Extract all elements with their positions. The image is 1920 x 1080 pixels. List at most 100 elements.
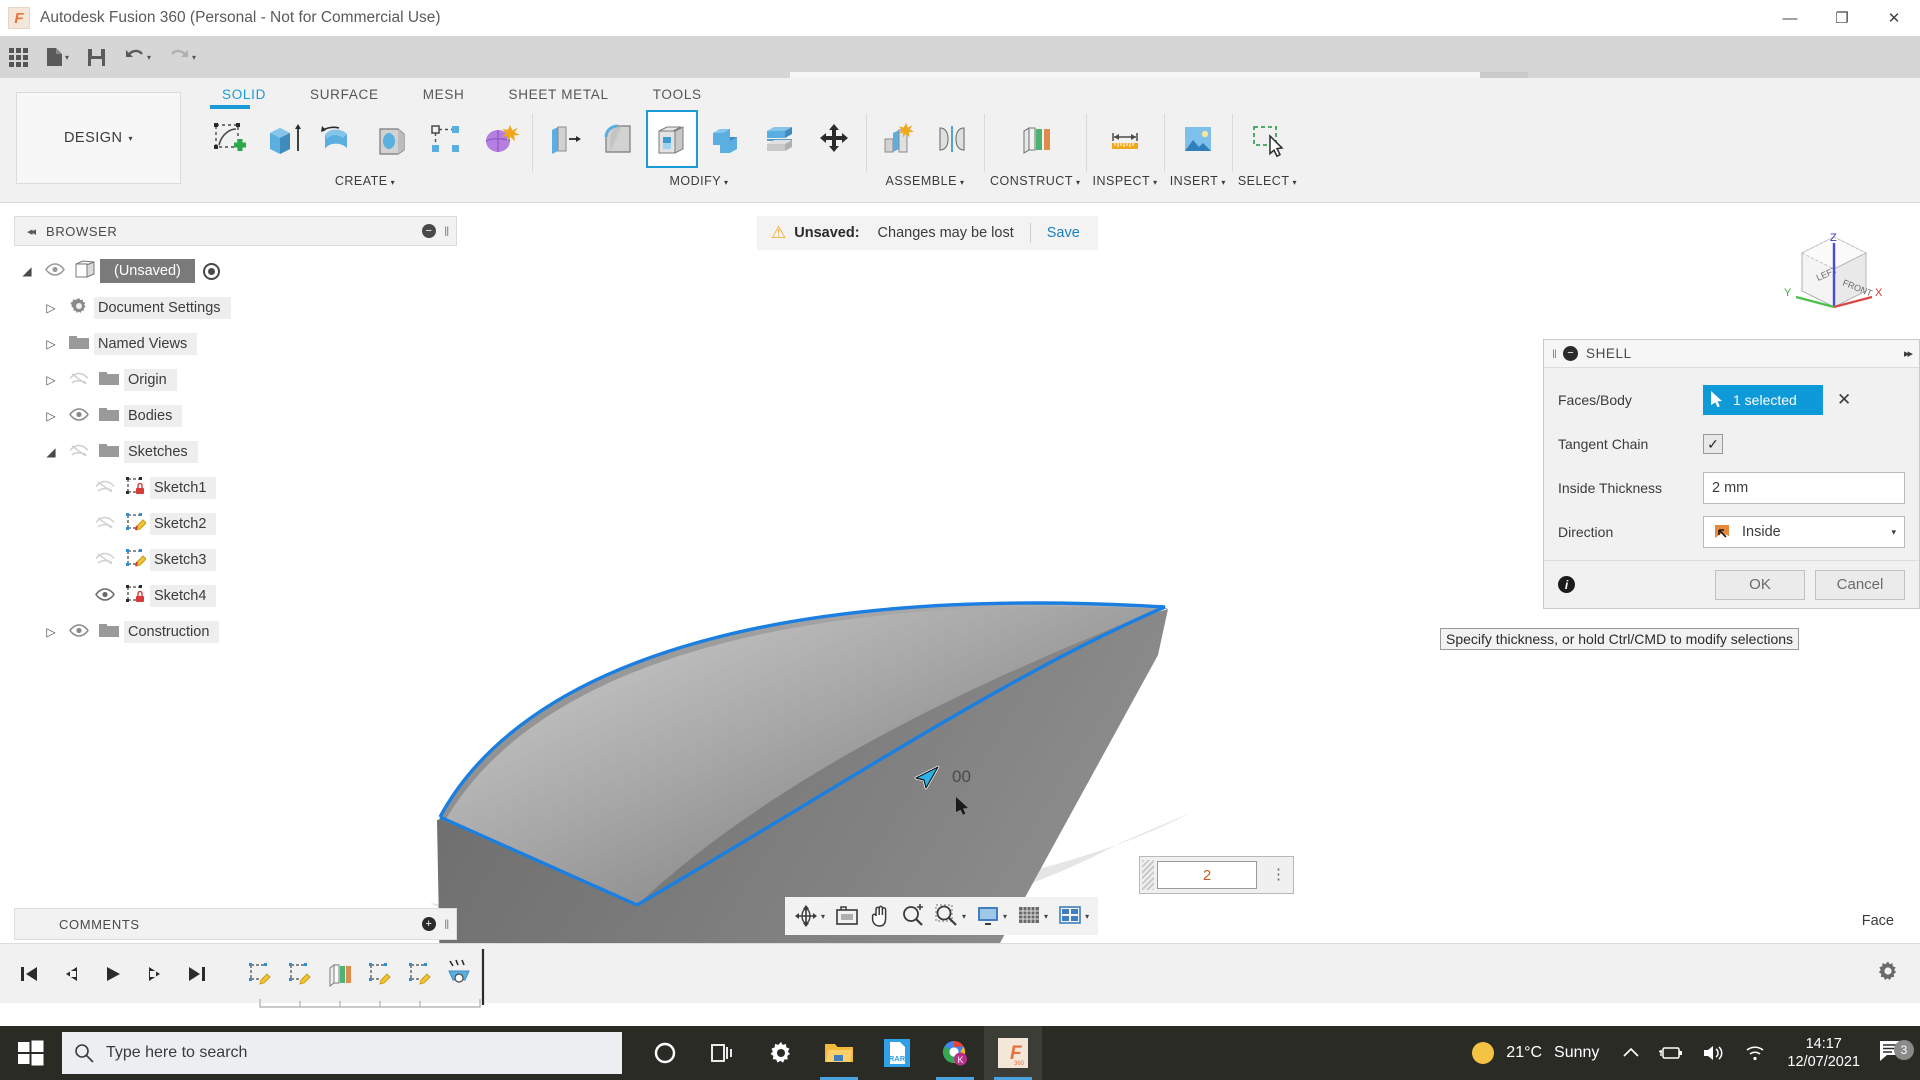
- maximize-button[interactable]: ❐: [1816, 0, 1868, 36]
- close-button[interactable]: ✕: [1868, 0, 1920, 36]
- visibility-eye-icon[interactable]: [64, 407, 94, 425]
- zoom-icon[interactable]: [896, 899, 930, 933]
- browser-minimize-icon[interactable]: −: [422, 224, 437, 238]
- twisty-icon[interactable]: ▷: [38, 337, 64, 351]
- activate-component-radio[interactable]: [202, 262, 220, 280]
- workspace-selector[interactable]: DESIGN ▾: [16, 92, 181, 184]
- grid-snaps-icon[interactable]: ▾: [1012, 899, 1053, 933]
- joint-icon[interactable]: [926, 110, 978, 168]
- twisty-icon[interactable]: ▷: [38, 625, 64, 639]
- dialog-collapse-icon[interactable]: −: [1562, 346, 1578, 361]
- ribbon-group-label-create[interactable]: CREATE ▾: [335, 174, 395, 188]
- notification-center-icon[interactable]: 3: [1872, 1039, 1920, 1068]
- shell-dialog[interactable]: ‖ − SHELL ▸▸ Faces/Body 1 selected ✕ Tan…: [1543, 339, 1920, 609]
- tree-item-bodies[interactable]: ▷ Bodies: [14, 398, 457, 434]
- weather-widget[interactable]: 21°C Sunny: [1458, 1042, 1613, 1064]
- resize-grip-icon[interactable]: ‖: [444, 917, 450, 932]
- wifi-icon[interactable]: [1735, 1026, 1775, 1080]
- shell-icon[interactable]: [646, 110, 698, 168]
- cancel-button[interactable]: Cancel: [1815, 569, 1905, 600]
- twisty-icon[interactable]: ▷: [38, 301, 64, 315]
- pattern-icon[interactable]: [420, 110, 472, 168]
- twisty-icon[interactable]: ◢: [38, 445, 64, 459]
- twisty-icon[interactable]: ◢: [14, 264, 40, 278]
- timeline-go-start-button[interactable]: [12, 957, 46, 991]
- winrar-icon[interactable]: RAR: [868, 1026, 926, 1080]
- ribbon-tab-surface[interactable]: SURFACE: [288, 82, 401, 107]
- save-icon[interactable]: [78, 36, 115, 78]
- drag-handle-icon[interactable]: [1142, 860, 1154, 890]
- visibility-eye-hidden-icon[interactable]: [64, 444, 94, 461]
- timeline-go-end-button[interactable]: [180, 957, 214, 991]
- timeline-play-button[interactable]: [96, 957, 130, 991]
- dialog-expand-icon[interactable]: ▸▸: [1904, 347, 1913, 360]
- more-options-icon[interactable]: ⋮: [1271, 867, 1286, 882]
- info-icon[interactable]: i: [1558, 576, 1575, 593]
- task-view-icon[interactable]: [694, 1026, 752, 1080]
- collapse-panel-icon[interactable]: ◂◂: [27, 225, 36, 238]
- speaker-icon[interactable]: [1693, 1026, 1735, 1080]
- inside-thickness-input[interactable]: 2 mm: [1703, 472, 1905, 504]
- tree-item-named-views[interactable]: ▷ Named Views: [14, 326, 457, 362]
- measure-icon[interactable]: [1099, 110, 1151, 168]
- timeline-sketch1[interactable]: [240, 951, 280, 997]
- ribbon-tab-sheet-metal[interactable]: SHEET METAL: [487, 82, 631, 107]
- timeline-loft[interactable]: [440, 951, 480, 997]
- twisty-icon[interactable]: ▷: [38, 373, 64, 387]
- select-window-icon[interactable]: [1241, 110, 1293, 168]
- create-sketch-icon[interactable]: [204, 105, 256, 168]
- timeline-marker[interactable]: [476, 948, 490, 1005]
- twisty-icon[interactable]: ▷: [38, 409, 64, 423]
- view-cube[interactable]: LEFT FRONT Z X Y: [1778, 223, 1898, 328]
- new-component-icon[interactable]: [872, 110, 924, 168]
- tree-item-sketch3[interactable]: Sketch3: [14, 542, 457, 578]
- combine-icon[interactable]: [700, 110, 752, 168]
- ribbon-group-label-inspect[interactable]: INSPECT ▾: [1092, 174, 1157, 188]
- tree-item-origin[interactable]: ▷ Origin: [14, 362, 457, 398]
- extrude-icon[interactable]: [258, 110, 310, 168]
- tree-item-construction[interactable]: ▷ Construction: [14, 614, 457, 650]
- inline-thickness-input-group[interactable]: ⋮: [1139, 856, 1294, 894]
- visibility-eye-icon[interactable]: [40, 262, 70, 280]
- windows-start-icon[interactable]: [0, 1026, 62, 1080]
- visibility-eye-hidden-icon[interactable]: [64, 372, 94, 389]
- direction-dropdown[interactable]: Inside ▾: [1703, 516, 1905, 548]
- clear-selection-icon[interactable]: ✕: [1837, 390, 1851, 410]
- timeline-sketch4[interactable]: [400, 951, 440, 997]
- ribbon-group-label-select[interactable]: SELECT ▾: [1238, 174, 1297, 188]
- file-explorer-icon[interactable]: [810, 1026, 868, 1080]
- tree-item-sketch1[interactable]: Sketch1: [14, 470, 457, 506]
- settings-icon[interactable]: [752, 1026, 810, 1080]
- timeline-settings-gear-icon[interactable]: [1876, 959, 1900, 988]
- timeline-step-back-button[interactable]: [54, 957, 88, 991]
- resize-grip-icon[interactable]: ‖: [444, 224, 450, 239]
- ribbon-group-label-insert[interactable]: INSERT ▾: [1170, 174, 1226, 188]
- pan-icon[interactable]: [864, 899, 896, 933]
- chevron-down-icon[interactable]: ▾: [1891, 527, 1896, 538]
- cortana-icon[interactable]: [636, 1026, 694, 1080]
- ribbon-tab-solid[interactable]: SOLID: [200, 82, 288, 107]
- tree-item-sketch2[interactable]: Sketch2: [14, 506, 457, 542]
- form-icon[interactable]: [474, 110, 526, 168]
- ok-button[interactable]: OK: [1715, 569, 1805, 600]
- timeline-plane[interactable]: [320, 951, 360, 997]
- move-copy-icon[interactable]: [808, 110, 860, 168]
- add-comment-icon[interactable]: +: [422, 917, 437, 931]
- undo-icon[interactable]: ▾: [115, 36, 160, 78]
- ribbon-tab-tools[interactable]: TOOLS: [631, 82, 724, 107]
- revolve-icon[interactable]: [312, 110, 364, 168]
- look-at-icon[interactable]: [830, 899, 864, 933]
- visibility-eye-icon[interactable]: [64, 623, 94, 641]
- viewports-icon[interactable]: ▾: [1053, 899, 1094, 933]
- orbit-icon[interactable]: ▾: [789, 899, 830, 933]
- faces-body-select-button[interactable]: 1 selected: [1703, 385, 1823, 415]
- visibility-eye-hidden-icon[interactable]: [90, 552, 120, 569]
- insert-image-icon[interactable]: [1172, 110, 1224, 168]
- tray-expand-chevron-icon[interactable]: [1613, 1026, 1649, 1080]
- press-pull-icon[interactable]: [538, 110, 590, 168]
- ribbon-group-label-modify[interactable]: MODIFY ▾: [669, 174, 728, 188]
- tangent-chain-checkbox[interactable]: ✓: [1703, 434, 1723, 454]
- save-link[interactable]: Save: [1047, 225, 1080, 241]
- battery-icon[interactable]: [1649, 1026, 1693, 1080]
- tree-item-unsaved[interactable]: ◢ (Unsaved): [14, 252, 457, 290]
